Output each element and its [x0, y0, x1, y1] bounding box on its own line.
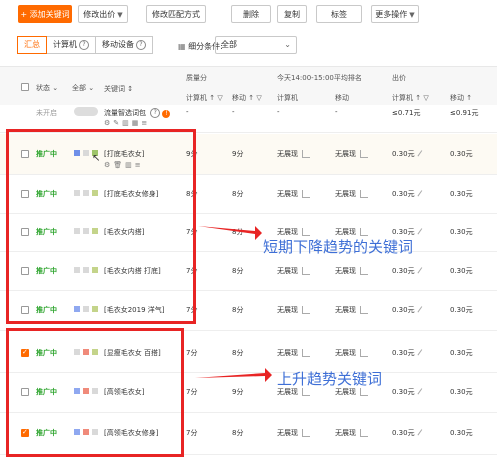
annotation-arrows [195, 226, 272, 382]
arrow-up-trend [195, 368, 272, 382]
tab-summary[interactable]: 汇总 [17, 36, 47, 54]
annotation-down-trend: 短期下降趋势的关键词 [263, 238, 414, 256]
annotation-up-trend: 上升趋势关键词 [277, 370, 383, 388]
arrow-down-trend [198, 226, 262, 240]
